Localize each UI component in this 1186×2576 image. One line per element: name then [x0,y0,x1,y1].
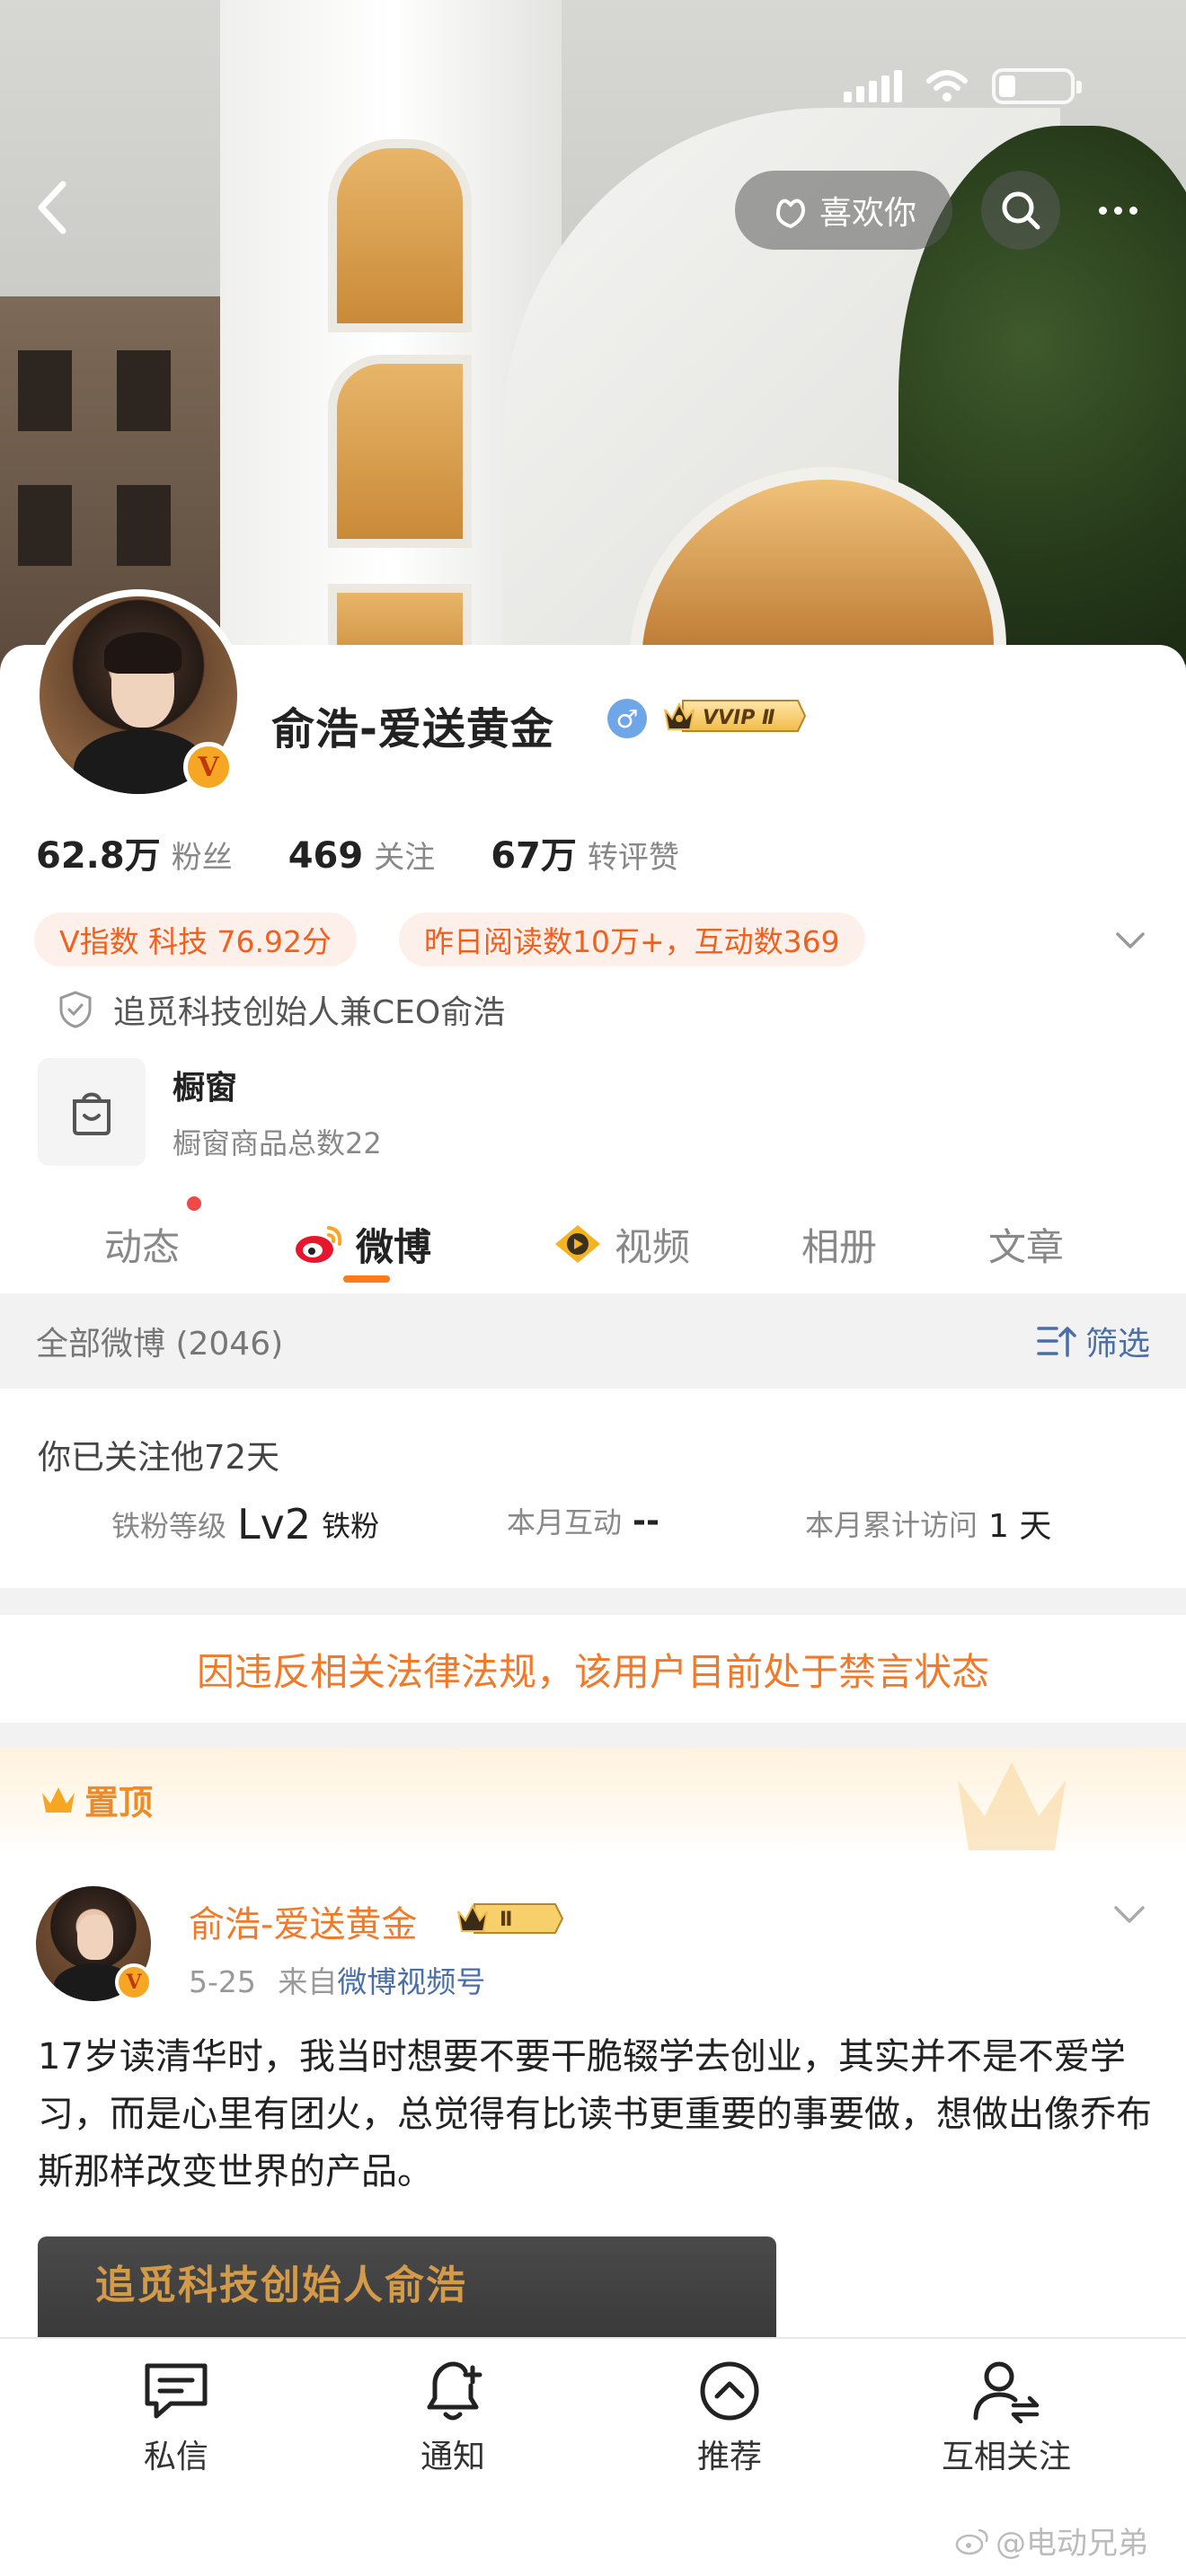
watermark-text: @电动兄弟 [996,2526,1148,2562]
vvip-badge[interactable]: VVIP Ⅱ [663,697,807,735]
hand-heart-icon [775,198,805,229]
section-divider [0,1723,1186,1748]
showcase-title: 橱窗 [173,1070,238,1107]
filter-sort-icon [1037,1327,1076,1357]
tab-album[interactable]: 相册 [801,1195,877,1293]
private-message-button[interactable]: 私信 [95,2359,257,2477]
yesterday-reads-chip[interactable]: 昨日阅读数10万+，互动数369 [399,913,865,966]
ban-notice: 因违反相关法律法规，该用户目前处于禁言状态 [0,1615,1186,1723]
profile-name: 俞浩-爱送黄金 [271,704,554,754]
post-vip-badge[interactable]: Ⅱ [456,1901,564,1936]
post-meta: 5-25 来自微博视频号 [189,1958,485,2001]
like-you-button[interactable]: 喜欢你 [735,171,952,250]
message-icon [145,2363,208,2419]
monthly-interaction: 本月互动 -- [507,1500,659,1541]
post-body-text: 17岁读清华时，我当时想要不要干脆辍学去创业，其实并不是不爱学习，而是心里有团火… [38,2036,1152,2192]
reposts-comments-likes-count: 67万 [491,835,577,877]
shopping-bag-icon [38,1058,146,1166]
battery-icon [992,68,1082,104]
monthly-visits-value: 1 天 [988,1508,1052,1545]
tab-dynamic[interactable]: 动态 [104,1195,180,1293]
reposts-comments-likes-label: 转评赞 [587,840,679,876]
follow-stats-panel: 你已关注他72天 铁粉等级 Lv2 铁粉 本月互动 -- 本月累计访问 1 天 [0,1389,1186,1588]
fans-count[interactable]: 62.8万 [36,826,161,878]
tab-label: 微博 [356,1224,432,1269]
weibo-watermark-icon [955,2528,988,2554]
post-video-thumbnail[interactable]: 追觅科技创始人俞浩 [38,2236,776,2337]
iron-fan-level[interactable]: 铁粉等级 Lv2 铁粉 [111,1500,379,1548]
notification-label: 通知 [420,2439,485,2475]
post-verified-v-badge: V [115,1963,153,2001]
followed-days-text: 你已关注他72天 [38,1438,280,1477]
monthly-visits: 本月累计访问 1 天 [805,1500,1051,1547]
video-channel-icon [555,1225,600,1263]
back-button[interactable] [25,176,79,239]
all-weibo-count[interactable]: 全部微博 (2046) [36,1318,283,1364]
bell-add-icon [427,2361,482,2421]
search-button[interactable] [981,171,1060,250]
active-tab-indicator [343,1275,390,1283]
mutual-follow-button[interactable]: 互相关注 [925,2359,1087,2477]
mutual-follow-label: 互相关注 [941,2439,1071,2475]
weibo-logo-icon [296,1226,342,1263]
showcase-entry[interactable]: 橱窗 橱窗商品总数22 [38,1058,382,1166]
profile-stats: 62.8万 粉丝 469 关注 67万 转评赞 [36,826,735,878]
post-source[interactable]: 微博视频号 [337,1964,485,1999]
post-author-name[interactable]: 俞浩-爱送黄金 [189,1895,417,1947]
crown-icon [42,1786,75,1813]
following-count[interactable]: 469 [288,835,364,877]
post-from-prefix: 来自 [278,1964,338,1999]
iron-fan-suffix: 铁粉 [322,1509,380,1543]
chevron-left-icon [38,181,66,234]
new-activity-dot [187,1196,201,1211]
filter-label: 筛选 [1084,1326,1150,1363]
v-index-chip[interactable]: V指数 科技 76.92分 [34,913,358,966]
monthly-interaction-label: 本月互动 [507,1505,623,1539]
tab-label: 相册 [801,1224,878,1269]
monthly-visits-label: 本月累计访问 [805,1508,978,1542]
following-label[interactable]: 关注 [374,833,435,877]
private-message-label: 私信 [143,2439,208,2475]
tab-label: 文章 [988,1224,1065,1269]
mutual-follow-icon [973,2361,1040,2423]
iron-fan-level-value: Lv2 [237,1500,312,1548]
watermark: @电动兄弟 [954,2519,1148,2563]
tab-label: 视频 [615,1224,691,1269]
monthly-interaction-value: -- [633,1502,659,1539]
profile-tabs: 动态 微博 视频 相册 文章 [0,1195,1186,1293]
weibo-filter-bar: 全部微博 (2046) 筛选 [0,1293,1186,1389]
notification-button[interactable]: 通知 [372,2359,534,2477]
certification-row: 追觅科技创始人兼CEO俞浩 [58,986,505,1033]
wifi-icon [926,70,968,101]
cellular-signal-icon [844,70,902,102]
recommend-button[interactable]: 推荐 [649,2359,810,2477]
shield-check-icon [59,991,92,1028]
tab-label: 动态 [104,1224,181,1269]
showcase-subtitle: 橱窗商品总数22 [173,1126,382,1160]
tab-video[interactable]: 视频 [552,1195,690,1293]
post-options-chevron-icon[interactable] [1111,1895,1148,1933]
pinned-label: 置顶 [84,1783,154,1822]
recommend-icon [700,2361,759,2421]
certification-text: 追觅科技创始人兼CEO俞浩 [113,994,506,1031]
vvip-label: VVIP Ⅱ [703,707,775,729]
verified-v-badge: V [183,742,234,792]
iron-fan-label: 铁粉等级 [111,1509,227,1543]
search-icon [1002,191,1040,230]
status-bar [844,66,1082,106]
post-image-caption: 追觅科技创始人俞浩 [95,2263,467,2308]
expand-profile-chevron-icon[interactable] [1112,922,1148,957]
fans-label[interactable]: 粉丝 [172,833,233,877]
section-divider [0,1588,1186,1615]
more-options-button[interactable] [1082,171,1154,250]
male-gender-icon: ♂ [607,699,647,738]
crown-watermark-icon [958,1762,1066,1850]
recommend-label: 推荐 [696,2439,762,2475]
post-date: 5-25 [189,1964,256,1999]
tab-articles[interactable]: 文章 [988,1195,1064,1293]
post-vip-label: Ⅱ [500,1909,513,1931]
like-you-label: 喜欢你 [819,195,916,232]
filter-button[interactable]: 筛选 [1037,1318,1150,1364]
pinned-header: 置顶 [0,1748,1186,1856]
